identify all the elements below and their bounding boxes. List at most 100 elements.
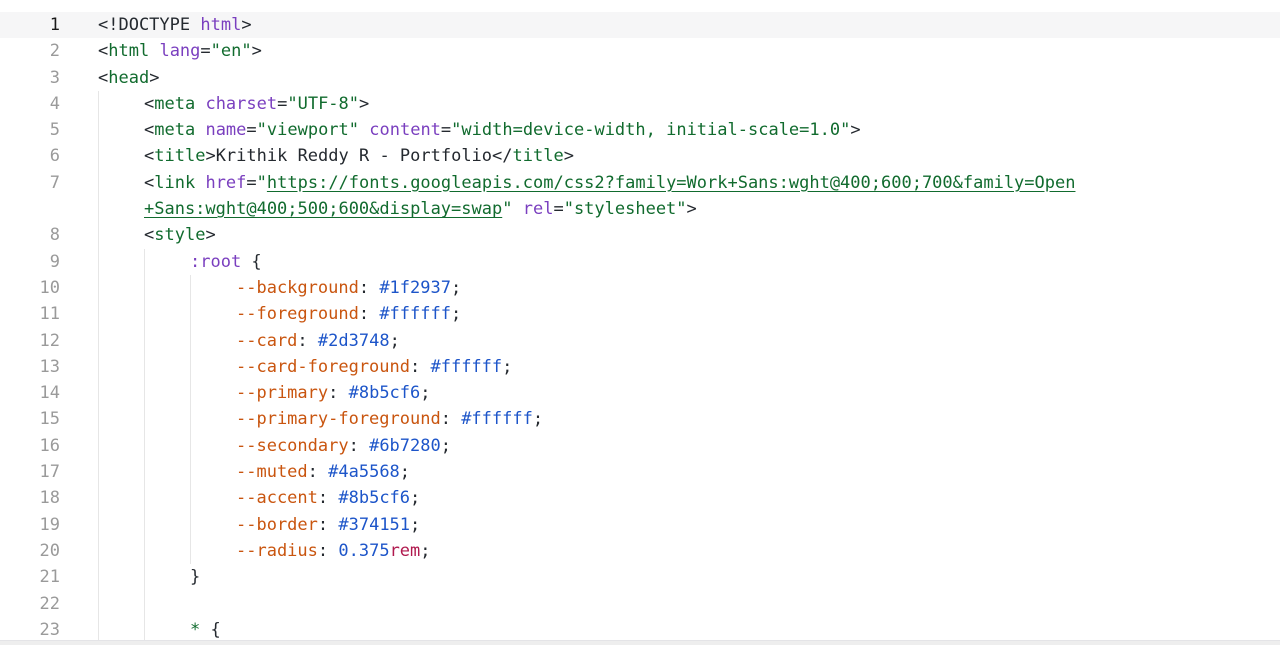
code-token: #4a5568	[328, 462, 400, 483]
line-number: 18	[39, 488, 60, 509]
code-line[interactable]: 2 <html lang="en">	[0, 38, 1280, 64]
code-token: name	[205, 120, 247, 141]
indent-guide	[190, 485, 191, 512]
code-token: :	[348, 435, 370, 456]
line-number: 1	[49, 15, 60, 35]
code-token: ;	[420, 540, 431, 561]
code-text: :root {	[190, 249, 262, 275]
indent-guide	[144, 327, 145, 354]
code-token: :	[440, 409, 462, 430]
code-token: *	[190, 619, 201, 640]
indent-guide	[98, 590, 99, 617]
code-token: --border	[236, 514, 318, 535]
code-line[interactable]: 16 --secondary: #6b7280;	[0, 432, 1280, 460]
code-token: #ffffff	[379, 304, 451, 325]
code-token: <	[98, 67, 109, 88]
indent-guide	[144, 590, 145, 617]
indent-guide	[98, 248, 99, 275]
code-token: content	[369, 120, 441, 141]
code-line[interactable]: 13 --card-foreground: #ffffff;	[0, 353, 1280, 381]
code-token: "UTF-8"	[287, 93, 360, 114]
code-token: >	[205, 225, 216, 246]
code-text: --radius: 0.375rem;	[236, 538, 431, 564]
code-token: #1f2937	[379, 277, 451, 298]
code-token: --accent	[236, 488, 318, 509]
code-line[interactable]: 12 --card: #2d3748;	[0, 327, 1280, 354]
code-token: :	[328, 383, 349, 404]
code-token: "viewport"	[256, 120, 360, 141]
code-line[interactable]: 4 <meta charset="UTF-8">	[0, 90, 1280, 118]
line-number: 2	[49, 41, 60, 62]
code-line[interactable]: 20 --radius: 0.375rem;	[0, 537, 1280, 565]
code-token: lang	[159, 41, 201, 62]
line-number: 8	[49, 225, 60, 246]
indent-guide	[144, 274, 145, 302]
code-text: --primary: #8b5cf6;	[236, 380, 431, 406]
code-token: ;	[450, 277, 462, 298]
code-token: #8b5cf6	[348, 383, 421, 404]
code-token: href	[205, 172, 247, 193]
code-token: --muted	[236, 462, 308, 483]
code-token: ;	[450, 304, 462, 325]
code-line[interactable]: 11 --foreground: #ffffff;	[0, 301, 1280, 328]
indent-guide	[144, 301, 145, 328]
code-line[interactable]: 21}	[0, 564, 1280, 591]
code-token: :	[358, 277, 380, 298]
code-token: Krithik Reddy R - Portfolio	[215, 146, 493, 167]
code-line[interactable]: 9:root {	[0, 248, 1280, 275]
code-token: >	[686, 199, 697, 220]
code-token: <	[144, 93, 155, 114]
code-token: ;	[410, 514, 421, 535]
code-token: "width=device-width, initial-scale=1.0"	[451, 120, 851, 141]
code-text: --accent: #8b5cf6;	[236, 485, 420, 511]
indent-guide	[98, 485, 99, 512]
code-token: <	[144, 225, 155, 246]
code-line[interactable]: 14 --primary: #8b5cf6;	[0, 380, 1280, 407]
code-token: =	[440, 120, 452, 141]
code-text: --secondary: #6b7280;	[236, 433, 451, 459]
code-line[interactable]: 15 --primary-foreground: #ffffff;	[0, 406, 1280, 433]
indent-guide	[190, 537, 191, 565]
code-area[interactable]: 1 <!DOCTYPE html> 2 <html lang="en"> 3 <head>…	[0, 0, 1280, 644]
code-token: --card	[236, 330, 298, 351]
code-token: <	[144, 172, 155, 193]
code-token: :	[358, 304, 380, 325]
code-text: --foreground: #ffffff;	[236, 301, 461, 327]
line-number: 17	[39, 462, 60, 483]
code-line[interactable]: 19 --border: #374151;	[0, 511, 1280, 538]
code-token: meta	[154, 120, 196, 141]
code-token: link	[154, 172, 196, 193]
code-token: =	[277, 93, 288, 114]
code-line[interactable]: 8 <style>	[0, 222, 1280, 249]
indent-guide	[98, 222, 99, 249]
code-line[interactable]: 6 <title>Krithik Reddy R - Portfolio</tit…	[0, 143, 1280, 170]
indent-guide	[98, 169, 99, 223]
code-token[interactable]: +Sans:wght@400;500;600&display=swap	[144, 199, 502, 219]
code-text: <meta name="viewport" content="width=dev…	[144, 117, 861, 143]
code-line[interactable]: 5 <meta name="viewport" content="width=de…	[0, 117, 1280, 144]
code-line[interactable]: 7 <link href="https://fonts.googleapis.co…	[0, 169, 1280, 223]
code-token: >	[563, 146, 574, 167]
code-line[interactable]: 3 <head>	[0, 65, 1280, 91]
code-line[interactable]: 10 --background: #1f2937;	[0, 274, 1280, 302]
line-number: 19	[39, 514, 60, 535]
code-token: title	[154, 146, 206, 167]
code-token: }	[190, 567, 201, 588]
indent-guide	[190, 274, 191, 302]
line-number: 22	[39, 593, 60, 614]
code-viewer[interactable]: 1 <!DOCTYPE html> 2 <html lang="en"> 3 <head>…	[0, 0, 1280, 645]
code-text: --border: #374151;	[236, 512, 420, 538]
code-line[interactable]: 1 <!DOCTYPE html>	[0, 12, 1280, 39]
code-line[interactable]: 18 --accent: #8b5cf6;	[0, 485, 1280, 512]
line-number: 14	[39, 383, 60, 404]
code-token: "	[502, 199, 513, 220]
code-token: meta	[154, 93, 196, 114]
code-line[interactable]: 17 --muted: #4a5568;	[0, 459, 1280, 486]
code-token: :	[317, 514, 339, 535]
code-text: }	[190, 564, 200, 590]
code-token: "stylesheet"	[563, 199, 687, 220]
code-token[interactable]: https://fonts.googleapis.com/css2?family…	[267, 173, 1076, 193]
code-line[interactable]: 22	[0, 590, 1280, 617]
